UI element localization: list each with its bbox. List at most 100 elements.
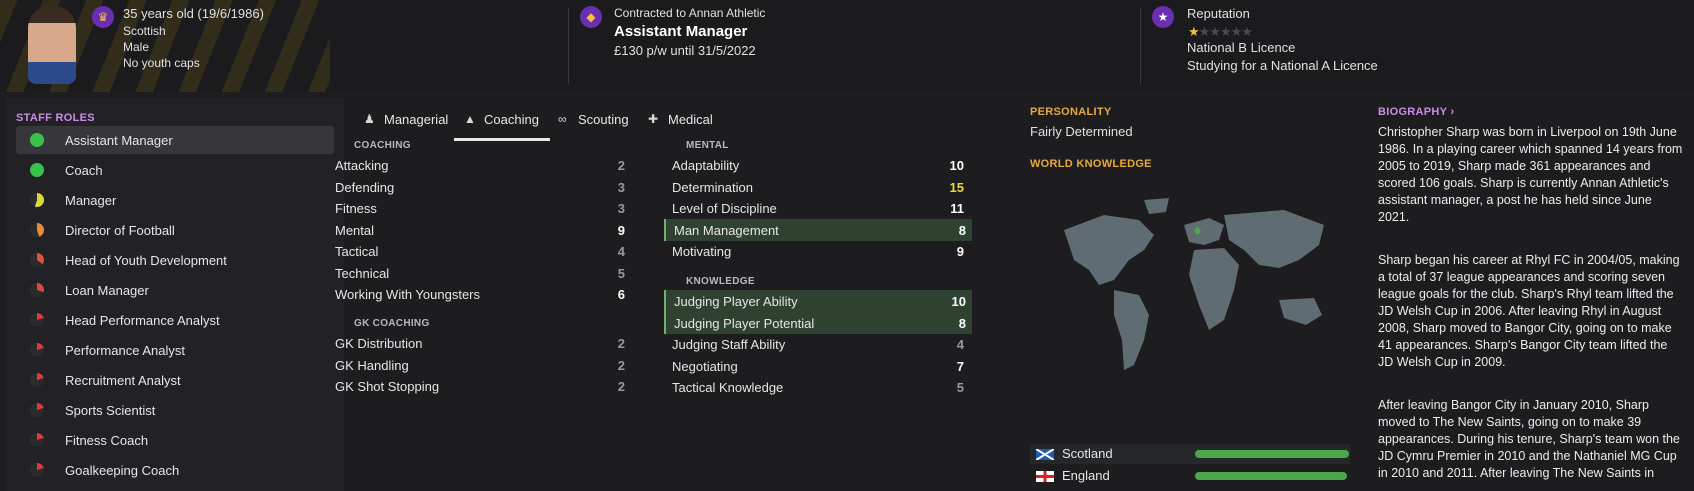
attribute-value: 3 bbox=[617, 179, 625, 195]
role-suitability-icon bbox=[30, 163, 44, 177]
role-suitability-icon bbox=[30, 313, 44, 327]
role-suitability-icon bbox=[30, 343, 44, 357]
staff-role-item[interactable]: Goalkeeping Coach bbox=[16, 456, 334, 484]
attribute-name: Man Management bbox=[674, 222, 779, 238]
caps-text: No youth caps bbox=[123, 56, 200, 70]
club-crest-icon[interactable]: ◆ bbox=[580, 6, 602, 28]
staff-role-item[interactable]: Performance Analyst bbox=[16, 336, 334, 364]
attribute-name: Judging Player Potential bbox=[674, 315, 815, 331]
attribute-row[interactable]: Determination 15 bbox=[664, 176, 970, 198]
attribute-row[interactable]: Mental 9 bbox=[327, 219, 631, 241]
attribute-value: 9 bbox=[956, 244, 964, 259]
coaching-group-title: COACHING bbox=[354, 140, 411, 151]
attribute-name: Fitness bbox=[335, 201, 377, 216]
staff-roles-panel: STAFF ROLES Assistant Manager Coach Manage… bbox=[6, 98, 344, 491]
staff-role-label: Head Performance Analyst bbox=[65, 313, 220, 328]
club-badge-icon: ♛ bbox=[92, 6, 114, 28]
reputation-stars: ★★★★★★ bbox=[1188, 24, 1253, 40]
staff-role-item[interactable]: Director of Football bbox=[16, 216, 334, 244]
job-title: Assistant Manager bbox=[614, 23, 748, 40]
attribute-value: 8 bbox=[958, 222, 966, 238]
managerial-icon: ♟ bbox=[364, 112, 375, 126]
binoculars-icon: ∞ bbox=[558, 112, 567, 126]
attribute-row[interactable]: Fitness 3 bbox=[327, 197, 631, 219]
tab-label: Medical bbox=[668, 112, 713, 127]
tab-label: Scouting bbox=[578, 112, 629, 127]
attributes-panel: ♟ Managerial ▲ Coaching ∞ Scouting ✚ Med… bbox=[335, 98, 1024, 491]
attribute-name: GK Handling bbox=[335, 357, 409, 373]
biography-paragraph: After leaving Bangor City in January 201… bbox=[1378, 397, 1683, 482]
world-map[interactable] bbox=[1044, 190, 1344, 390]
attribute-row[interactable]: Negotiating 7 bbox=[664, 355, 970, 377]
attribute-row[interactable]: GK Shot Stopping 2 bbox=[327, 375, 631, 397]
attribute-value: 2 bbox=[617, 379, 625, 394]
nation-row-scotland[interactable]: Scotland bbox=[1030, 444, 1350, 464]
role-suitability-icon bbox=[30, 433, 44, 447]
role-suitability-icon bbox=[30, 283, 44, 297]
staff-role-label: Performance Analyst bbox=[65, 343, 185, 358]
attribute-value: 3 bbox=[617, 201, 625, 216]
tab-label: Coaching bbox=[484, 112, 539, 127]
staff-role-item[interactable]: Fitness Coach bbox=[16, 426, 334, 454]
attribute-value: 5 bbox=[956, 380, 964, 395]
world-knowledge-title: WORLD KNOWLEDGE bbox=[1030, 158, 1152, 170]
attribute-row[interactable]: Motivating 9 bbox=[664, 240, 970, 262]
staff-role-item[interactable]: Loan Manager bbox=[16, 276, 334, 304]
attribute-row[interactable]: Judging Player Potential 8 bbox=[664, 311, 972, 334]
header-divider bbox=[568, 8, 569, 84]
staff-role-item[interactable]: Head of Youth Development bbox=[16, 246, 334, 274]
england-flag-icon bbox=[1036, 471, 1054, 482]
attribute-row[interactable]: Tactical 4 bbox=[327, 240, 631, 262]
knowledge-group-title: KNOWLEDGE bbox=[686, 276, 755, 287]
profile-header: ♛ 35 years old (19/6/1986) Scottish Male… bbox=[0, 0, 1694, 92]
attribute-name: GK Shot Stopping bbox=[335, 379, 440, 394]
studying-text: Studying for a National A Licence bbox=[1187, 58, 1378, 73]
contract-text[interactable]: Contracted to Annan Athletic bbox=[614, 6, 765, 20]
attribute-value: 2 bbox=[617, 158, 625, 173]
wage-text: £130 p/w until 31/5/2022 bbox=[614, 43, 756, 58]
attribute-value: 5 bbox=[617, 265, 625, 281]
attribute-name: Tactical bbox=[335, 244, 379, 259]
attribute-row[interactable]: Man Management 8 bbox=[664, 218, 972, 241]
knowledge-bar bbox=[1195, 472, 1347, 480]
role-suitability-icon bbox=[30, 193, 44, 207]
attribute-row[interactable]: GK Distribution 2 bbox=[327, 332, 631, 354]
age-text: 35 years old (19/6/1986) bbox=[123, 6, 264, 21]
nation-row-england[interactable]: England bbox=[1030, 466, 1350, 486]
attribute-row[interactable]: GK Handling 2 bbox=[327, 354, 631, 376]
star-empty-icon: ★★★★★ bbox=[1198, 24, 1253, 39]
role-suitability-icon bbox=[30, 133, 44, 147]
attribute-row[interactable]: Adaptability 10 bbox=[664, 154, 970, 176]
attribute-row[interactable]: Level of Discipline 11 bbox=[664, 197, 970, 219]
attribute-value: 4 bbox=[956, 337, 964, 352]
staff-role-label: Sports Scientist bbox=[65, 403, 156, 418]
attribute-value: 2 bbox=[617, 357, 625, 373]
star-half-icon: ★ bbox=[1188, 24, 1200, 39]
attribute-name: Technical bbox=[335, 265, 390, 281]
tab-label: Managerial bbox=[384, 112, 449, 127]
staff-role-item[interactable]: Recruitment Analyst bbox=[16, 366, 334, 394]
attribute-row[interactable]: Defending 3 bbox=[327, 176, 631, 198]
attribute-name: Judging Player Ability bbox=[674, 294, 798, 309]
mental-group-title: MENTAL bbox=[686, 140, 729, 151]
staff-role-label: Assistant Manager bbox=[65, 133, 173, 148]
attribute-name: Level of Discipline bbox=[672, 201, 777, 216]
attribute-row[interactable]: Judging Staff Ability 4 bbox=[664, 333, 970, 355]
coaching-cone-icon: ▲ bbox=[464, 112, 476, 126]
staff-role-label: Head of Youth Development bbox=[65, 253, 227, 268]
biography-title-link[interactable]: BIOGRAPHY › bbox=[1378, 106, 1454, 118]
staff-role-item[interactable]: Assistant Manager bbox=[16, 126, 334, 154]
attribute-value: 10 bbox=[949, 158, 964, 173]
personality-title: PERSONALITY bbox=[1030, 106, 1112, 118]
staff-role-item[interactable]: Manager bbox=[16, 186, 334, 214]
attribute-row[interactable]: Tactical Knowledge 5 bbox=[664, 376, 970, 398]
attribute-row[interactable]: Technical 5 bbox=[327, 262, 631, 284]
attribute-row[interactable]: Attacking 2 bbox=[327, 154, 631, 176]
attribute-name: Adaptability bbox=[672, 158, 740, 173]
attribute-row[interactable]: Working With Youngsters 6 bbox=[327, 283, 631, 305]
staff-role-item[interactable]: Sports Scientist bbox=[16, 396, 334, 424]
staff-role-item[interactable]: Head Performance Analyst bbox=[16, 306, 334, 334]
attribute-row[interactable]: Judging Player Ability 10 bbox=[664, 290, 972, 312]
staff-role-item[interactable]: Coach bbox=[16, 156, 334, 184]
attribute-name: Attacking bbox=[335, 158, 389, 173]
